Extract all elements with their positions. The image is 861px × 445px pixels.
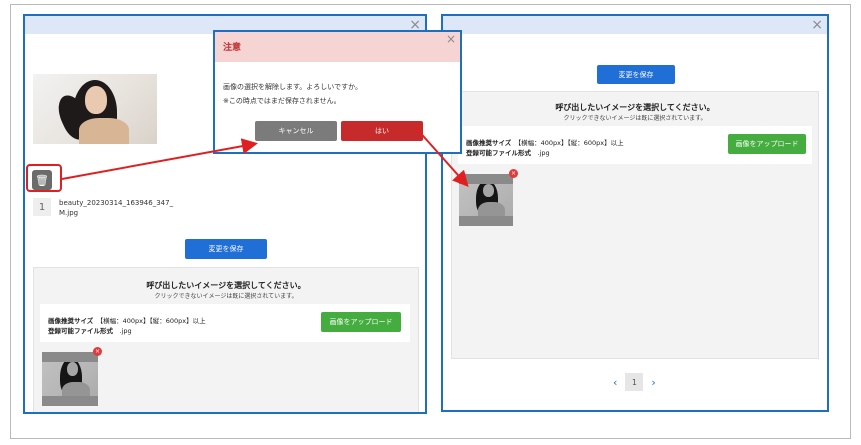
cancel-button[interactable]: キャンセル — [255, 121, 337, 141]
image-select-area: 呼び出したいイメージを選択してください。 クリックできないイメージは既に選択され… — [33, 267, 419, 412]
format-info: 登録可能ファイル形式 .jpg — [466, 149, 550, 157]
right-panel-titlebar — [443, 16, 827, 34]
chevron-right-icon[interactable]: › — [651, 376, 655, 389]
dialog-note: ※この時点ではまだ保存されません。 — [223, 97, 341, 105]
save-changes-button[interactable]: 変更を保存 — [597, 65, 675, 84]
upload-info-card: 画像推奨サイズ 【横幅：400px】【縦：600px】以上 登録可能ファイル形式… — [458, 126, 812, 164]
remove-thumbnail-icon[interactable]: × — [509, 169, 518, 178]
delete-button-highlight — [26, 164, 62, 192]
page-number[interactable]: 1 — [625, 373, 644, 391]
image-select-area: 呼び出したいイメージを選択してください。 クリックできないイメージは既に選択され… — [451, 91, 819, 359]
dialog-message: 画像の選択を解除します。よろしいですか。 — [223, 83, 362, 91]
size-info: 画像推奨サイズ 【横幅：400px】【縦：600px】以上 — [466, 139, 624, 147]
remove-thumbnail-icon[interactable]: × — [93, 347, 102, 356]
upload-image-button[interactable]: 画像をアップロード — [728, 134, 806, 154]
confirm-dialog: 注意 × 画像の選択を解除します。よろしいですか。 ※この時点ではまだ保存されま… — [213, 30, 462, 154]
image-filename: beauty_20230314_163946_347_ M.jpg — [59, 199, 174, 217]
dialog-close-icon[interactable]: × — [446, 32, 456, 46]
select-title: 呼び出したいイメージを選択してください。 — [555, 103, 715, 112]
confirm-yes-button[interactable]: はい — [341, 121, 423, 141]
right-panel-close-icon[interactable]: × — [811, 16, 823, 34]
upload-info-card: 画像推奨サイズ 【横幅：400px】【縦：600px】以上 登録可能ファイル形式… — [40, 304, 410, 342]
library-thumbnail[interactable] — [42, 352, 98, 406]
dialog-header — [215, 32, 460, 62]
dialog-title: 注意 — [223, 43, 242, 53]
right-image-panel: × 変更を保存 呼び出したいイメージを選択してください。 クリックできないイメー… — [441, 14, 829, 412]
format-info: 登録可能ファイル形式 .jpg — [48, 327, 132, 335]
select-subtitle: クリックできないイメージは既に選択されています。 — [563, 115, 707, 122]
pagination: ‹ 1 › — [613, 373, 656, 391]
upload-image-button[interactable]: 画像をアップロード — [321, 312, 401, 332]
select-subtitle: クリックできないイメージは既に選択されています。 — [154, 293, 298, 300]
image-index: 1 — [33, 198, 51, 216]
selected-image-preview — [33, 74, 157, 144]
size-info: 画像推奨サイズ 【横幅：400px】【縦：600px】以上 — [48, 317, 206, 325]
chevron-left-icon[interactable]: ‹ — [613, 376, 617, 389]
save-changes-button[interactable]: 変更を保存 — [185, 239, 267, 259]
select-title: 呼び出したいイメージを選択してください。 — [146, 281, 306, 290]
library-thumbnail[interactable] — [459, 174, 513, 226]
